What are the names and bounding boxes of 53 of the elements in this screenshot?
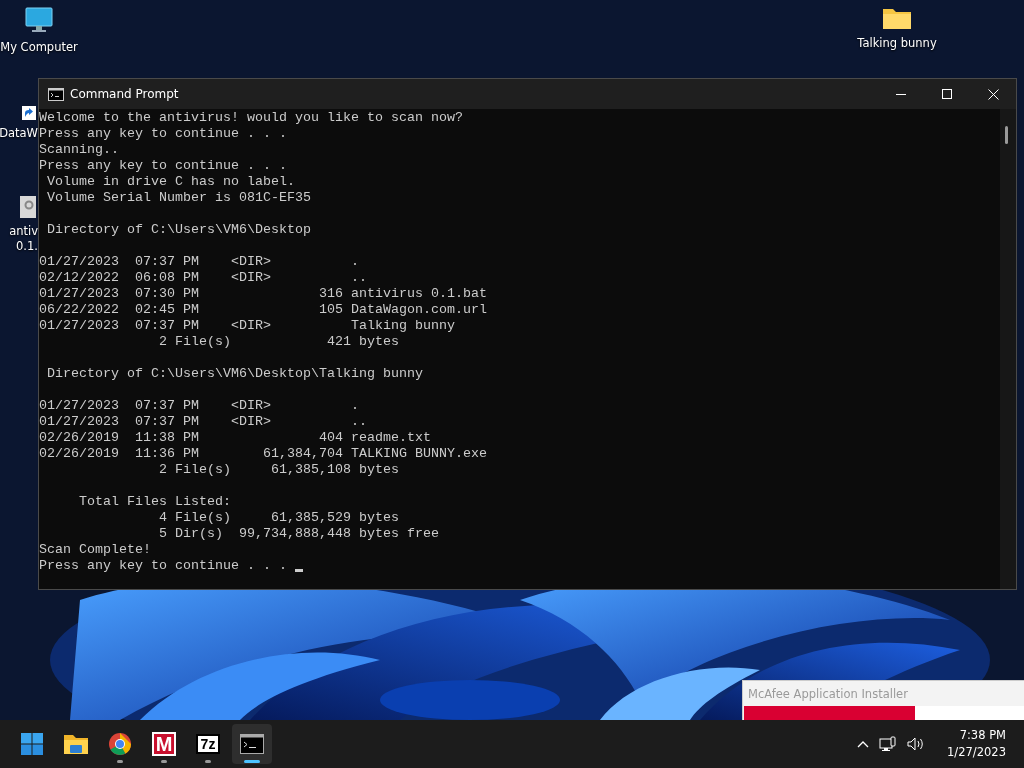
console-line: 06/22/2022 02:45 PM 105 DataWagon.com.url bbox=[39, 302, 487, 318]
taskbar-button[interactable]: M bbox=[144, 724, 184, 764]
console-line: 4 File(s) 61,385,529 bytes bbox=[157, 510, 399, 526]
taskbar-button[interactable]: 7z bbox=[188, 724, 228, 764]
icon-label: antiv bbox=[9, 224, 38, 239]
windows-icon bbox=[20, 732, 44, 756]
clock-time: 7:38 PM bbox=[959, 727, 1006, 744]
chrome-icon bbox=[108, 732, 132, 756]
clock[interactable]: 7:38 PM 1/27/2023 bbox=[947, 727, 1006, 761]
icon-label: DataW bbox=[0, 126, 38, 141]
monitor-icon[interactable] bbox=[25, 6, 53, 34]
console-line: Volume Serial Number is 081C-EF35 bbox=[46, 190, 311, 206]
console-line: Directory of C:\Users\VM6\Desktop\Talking bunny bbox=[46, 366, 423, 382]
console-line: 02/12/2022 06:08 PM <DIR> .. bbox=[39, 270, 367, 286]
console-line: 01/27/2023 07:37 PM <DIR> . bbox=[39, 398, 359, 414]
caret-icon[interactable] bbox=[857, 740, 870, 748]
console-line: 02/26/2019 11:38 PM 404 readme.txt bbox=[39, 430, 431, 446]
console-line: Total Files Listed: bbox=[78, 494, 231, 510]
console-line: Press any key to continue . . . bbox=[39, 126, 287, 142]
console-line: 02/26/2019 11:36 PM 61,384,704 TALKING BUNNY.exe bbox=[39, 446, 487, 462]
close-icon bbox=[987, 88, 999, 100]
scrollbar[interactable] bbox=[1000, 109, 1016, 589]
terminal-icon bbox=[240, 734, 264, 754]
console-line: 01/27/2023 07:37 PM <DIR> Talking bunny bbox=[39, 318, 455, 334]
maximize-icon bbox=[942, 89, 952, 99]
console-line: Scan Complete! bbox=[39, 542, 151, 558]
shortcut-icon[interactable] bbox=[22, 106, 36, 120]
mcafee-logo: M bbox=[152, 732, 176, 756]
folder-icon bbox=[63, 733, 89, 755]
archiver-logo: 7z bbox=[196, 734, 220, 754]
icon-label: 0.1. bbox=[16, 239, 38, 254]
clock-date: 1/27/2023 bbox=[947, 744, 1006, 761]
console-line: 01/27/2023 07:30 PM 316 antivirus 0.1.bat bbox=[39, 286, 487, 302]
icon-label: My Computer bbox=[0, 40, 78, 55]
console-line: Press any key to continue . . . bbox=[39, 558, 288, 574]
console-line: 5 Dir(s) 99,734,888,448 bytes free bbox=[157, 526, 439, 542]
console-line: Press any key to continue . . . bbox=[39, 158, 287, 174]
text-cursor bbox=[294, 568, 303, 572]
console-icon bbox=[48, 87, 64, 101]
window-title: Command Prompt bbox=[70, 87, 179, 101]
network-icon[interactable] bbox=[879, 736, 898, 752]
console-line: 2 File(s) 421 bytes bbox=[157, 334, 399, 350]
console-line: 01/27/2023 07:37 PM <DIR> . bbox=[39, 254, 359, 270]
console-line: Directory of C:\Users\VM6\Desktop bbox=[46, 222, 311, 238]
console-line: Scanning.. bbox=[39, 142, 119, 158]
speaker-icon[interactable] bbox=[907, 736, 926, 752]
console-line: Volume in drive C has no label. bbox=[46, 174, 295, 190]
popup-title: McAfee Application Installer bbox=[747, 686, 909, 702]
console-line: 01/27/2023 07:37 PM <DIR> .. bbox=[39, 414, 367, 430]
console-line: Welcome to the antivirus! would you like to scan now? bbox=[39, 110, 463, 126]
taskbar-button[interactable] bbox=[232, 724, 272, 764]
icon-label: Talking bunny bbox=[857, 36, 937, 51]
console-line: 2 File(s) 61,385,108 bytes bbox=[157, 462, 399, 478]
